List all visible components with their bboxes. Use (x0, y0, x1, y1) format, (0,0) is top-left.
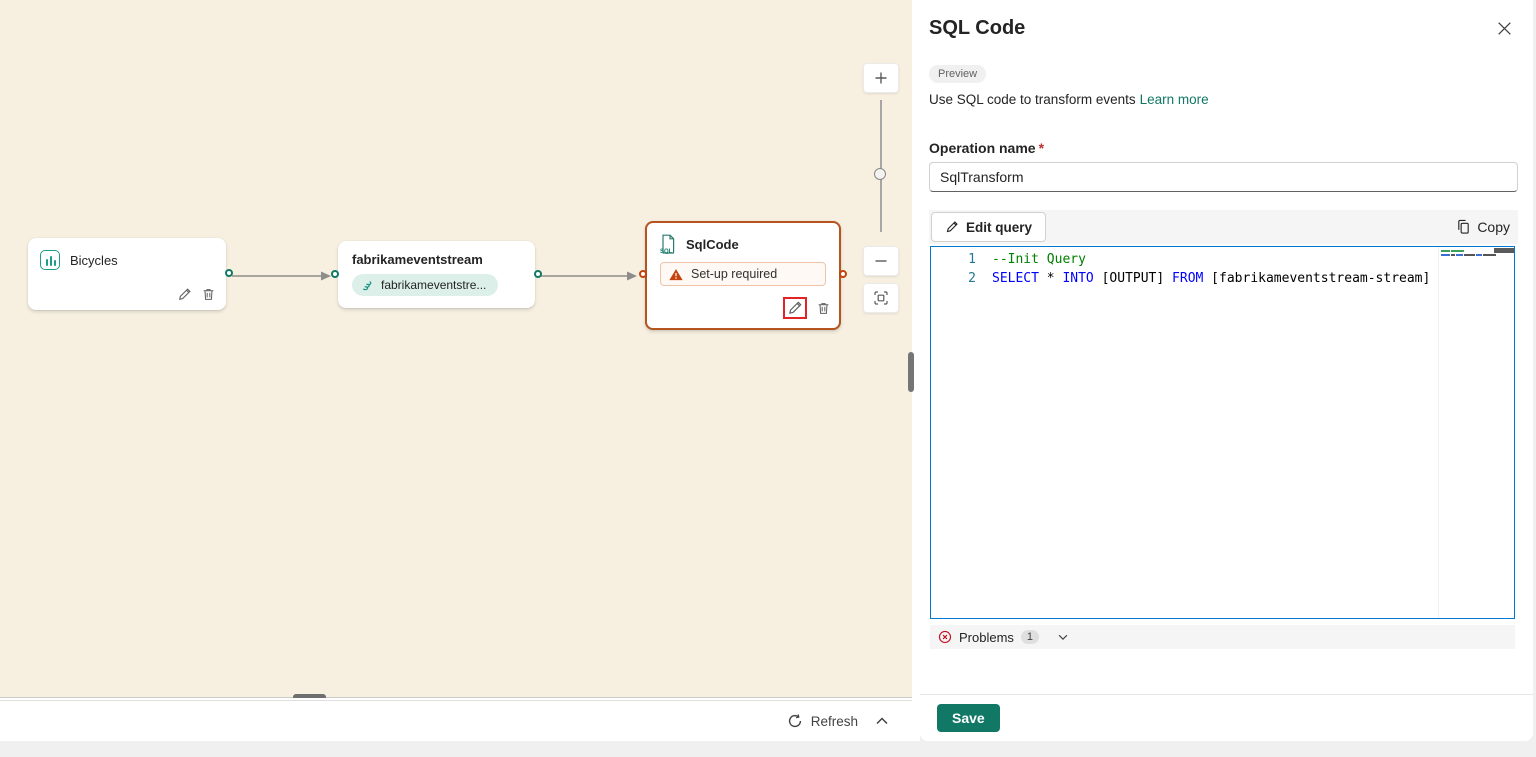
pencil-icon (945, 220, 959, 234)
output-port[interactable] (225, 269, 233, 277)
edit-highlight-annotation (783, 297, 807, 319)
node-bicycles[interactable]: Bicycles (28, 238, 233, 310)
code-text: SELECT * INTO [OUTPUT] FROM [fabrikameve… (992, 271, 1431, 286)
line-number: 1 (968, 252, 976, 267)
error-circle-icon (938, 630, 952, 644)
output-port[interactable] (839, 270, 847, 278)
edge-connectors (232, 271, 637, 281)
problems-count-badge: 1 (1020, 630, 1040, 644)
vertical-scrollbar-thumb[interactable] (908, 352, 914, 392)
edit-node-icon[interactable] (177, 287, 192, 302)
close-icon[interactable] (1494, 18, 1514, 38)
expand-problems-chevron-icon[interactable] (1056, 630, 1070, 644)
svg-text:SQL: SQL (660, 249, 673, 254)
copy-label: Copy (1477, 219, 1510, 235)
warning-icon (669, 268, 683, 281)
bar-chart-icon (40, 250, 60, 270)
zoom-in-button[interactable] (863, 63, 899, 93)
node-title: SqlCode (686, 236, 739, 252)
canvas-bottom-bar: Refresh (0, 700, 912, 741)
refresh-label: Refresh (810, 713, 858, 729)
panel-title: SQL Code (929, 17, 1026, 39)
fit-to-screen-button[interactable] (863, 283, 899, 313)
copy-button[interactable]: Copy (1456, 219, 1510, 235)
sql-code-panel: SQL Code Preview Use SQL code to transfo… (920, 0, 1533, 741)
node-title: fabrikameventstream (352, 252, 483, 267)
refresh-button[interactable]: Refresh (787, 713, 858, 729)
zoom-slider-track (880, 100, 882, 232)
refresh-icon (787, 713, 803, 729)
node-title: Bicycles (70, 252, 118, 268)
code-text: --Init Query (992, 252, 1086, 267)
zoom-slider[interactable] (863, 100, 900, 240)
preview-badge: Preview (929, 65, 987, 83)
operation-name-text: Operation name (929, 140, 1036, 156)
setup-required-label: Set-up required (691, 267, 778, 281)
setup-required-banner: Set-up required (660, 262, 826, 286)
problems-bar[interactable]: Problems 1 (930, 625, 1515, 649)
copy-icon (1456, 219, 1471, 235)
edit-node-icon[interactable] (787, 300, 803, 316)
input-port[interactable] (331, 270, 339, 278)
sql-document-icon: SQL (659, 234, 677, 254)
stream-badge[interactable]: fabrikameventstre... (352, 274, 499, 296)
horizontal-scrollbar-thumb[interactable] (293, 694, 326, 698)
operation-name-input[interactable] (929, 162, 1518, 192)
footer-divider (920, 694, 1533, 695)
zoom-slider-handle[interactable] (874, 168, 886, 180)
eventstream-icon (361, 278, 375, 292)
code-line: 1 --Init Query (931, 250, 1514, 269)
learn-more-link[interactable]: Learn more (1140, 92, 1209, 107)
description-text: Use SQL code to transform events (929, 92, 1136, 107)
node-eventstream[interactable]: fabrikameventstream fabrikameventstre... (331, 241, 542, 308)
line-number: 2 (968, 271, 976, 286)
node-sqlcode[interactable]: SQL SqlCode Set-up required (639, 221, 847, 330)
code-line: 2 SELECT * INTO [OUTPUT] FROM [fabrikame… (931, 269, 1514, 288)
stream-badge-label: fabrikameventstre... (381, 278, 487, 292)
collapse-pane-chevron-icon[interactable] (874, 713, 890, 729)
edit-query-label: Edit query (966, 219, 1033, 235)
delete-node-icon[interactable] (816, 301, 831, 316)
horizontal-scrollbar-track[interactable] (0, 697, 912, 698)
required-asterisk: * (1038, 140, 1045, 156)
zoom-controls (863, 63, 900, 313)
eventstream-designer: Bicycles fabrikameventstream fabrikameve… (0, 0, 920, 741)
input-port[interactable] (639, 270, 647, 278)
editor-minimap[interactable] (1438, 247, 1500, 618)
edit-query-button[interactable]: Edit query (931, 212, 1047, 242)
editor-scrollbar-thumb[interactable] (1494, 248, 1514, 253)
zoom-out-button[interactable] (863, 246, 899, 276)
editor-toolbar: Edit query Copy (929, 210, 1518, 244)
problems-label: Problems (959, 629, 1014, 645)
diagram-canvas[interactable]: Bicycles fabrikameventstream fabrikameve… (0, 0, 912, 698)
sql-code-editor[interactable]: 1 --Init Query 2 SELECT * INTO [OUTPUT] … (930, 246, 1515, 619)
delete-node-icon[interactable] (201, 287, 216, 302)
output-port[interactable] (534, 270, 542, 278)
save-button[interactable]: Save (937, 704, 1000, 732)
panel-description: Use SQL code to transform events Learn mo… (929, 92, 1209, 107)
operation-name-label: Operation name * (929, 140, 1044, 156)
